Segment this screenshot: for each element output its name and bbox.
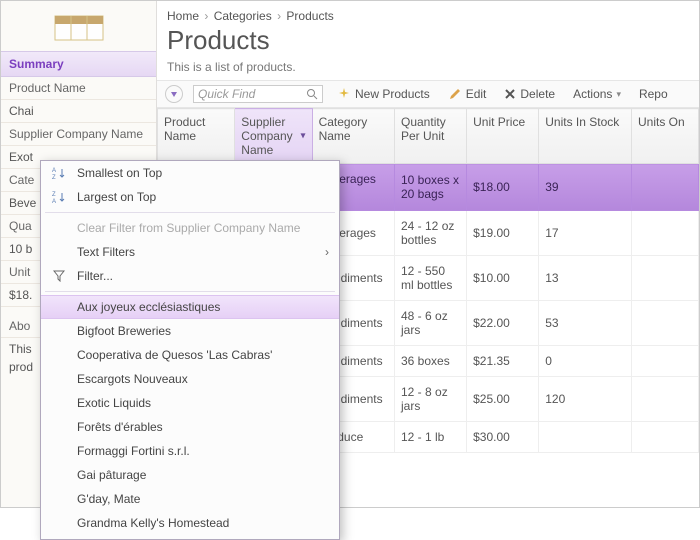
page-subtitle: This is a list of products. bbox=[167, 60, 689, 74]
filter-value[interactable]: Exotic Liquids bbox=[41, 391, 339, 415]
filter-value[interactable]: G'day, Mate bbox=[41, 487, 339, 511]
col-price[interactable]: Unit Price bbox=[467, 109, 539, 164]
chevron-down-icon: ▾ bbox=[616, 89, 621, 100]
column-filter-menu: AZ Smallest on Top ZA Largest on Top Cle… bbox=[40, 160, 340, 540]
svg-text:Z: Z bbox=[52, 175, 56, 180]
bc-home[interactable]: Home bbox=[167, 9, 199, 23]
filter-value[interactable]: Bigfoot Breweries bbox=[41, 319, 339, 343]
filter-value[interactable]: Grandma Kelly's Homestead bbox=[41, 511, 339, 535]
view-cycle-button[interactable] bbox=[165, 85, 183, 103]
sparkle-icon bbox=[337, 87, 351, 101]
breadcrumb: Home › Categories › Products bbox=[157, 1, 699, 23]
bc-categories[interactable]: Categories bbox=[214, 9, 272, 23]
sort-asc-icon: AZ bbox=[49, 166, 69, 180]
col-order[interactable]: Units On bbox=[631, 109, 698, 164]
col-product[interactable]: Product Name bbox=[158, 109, 235, 164]
sidebar-summary-header: Summary bbox=[1, 51, 156, 77]
x-icon bbox=[504, 88, 516, 100]
svg-text:A: A bbox=[52, 199, 56, 204]
sb-label-supplier: Supplier Company Name bbox=[1, 123, 156, 146]
delete-button[interactable]: Delete bbox=[500, 85, 559, 103]
clear-filter: Clear Filter from Supplier Company Name bbox=[41, 216, 339, 240]
search-icon bbox=[306, 88, 318, 100]
report-dropdown[interactable]: Repo bbox=[635, 85, 672, 103]
filter-value[interactable]: Escargots Nouveaux bbox=[41, 367, 339, 391]
col-stock[interactable]: Units In Stock bbox=[539, 109, 632, 164]
funnel-icon bbox=[49, 270, 69, 282]
filter-value[interactable]: Gai pâturage bbox=[41, 463, 339, 487]
svg-text:A: A bbox=[52, 168, 56, 174]
toolbar: Quick Find New Products Edit Delete Acti… bbox=[157, 80, 699, 108]
pencil-icon bbox=[448, 87, 462, 101]
search-placeholder: Quick Find bbox=[198, 87, 255, 101]
filter-value[interactable]: Cooperativa de Quesos 'Las Cabras' bbox=[41, 343, 339, 367]
col-category[interactable]: Category Name bbox=[312, 109, 394, 164]
col-supplier[interactable]: Supplier Company Name bbox=[235, 109, 312, 164]
sort-largest[interactable]: ZA Largest on Top bbox=[41, 185, 339, 209]
filter-dialog[interactable]: Filter... bbox=[41, 264, 339, 288]
text-filters[interactable]: Text Filters bbox=[41, 240, 339, 264]
app-logo bbox=[1, 1, 156, 51]
sb-value-chai: Chai bbox=[1, 100, 156, 123]
search-input[interactable]: Quick Find bbox=[193, 85, 323, 103]
sb-label-product: Product Name bbox=[1, 77, 156, 100]
filter-value[interactable]: Forêts d'érables bbox=[41, 415, 339, 439]
filter-value[interactable]: Aux joyeux ecclésiastiques bbox=[41, 295, 339, 319]
col-qty[interactable]: Quantity Per Unit bbox=[395, 109, 467, 164]
filter-value[interactable]: Formaggi Fortini s.r.l. bbox=[41, 439, 339, 463]
bc-products[interactable]: Products bbox=[286, 9, 333, 23]
sort-smallest[interactable]: AZ Smallest on Top bbox=[41, 161, 339, 185]
new-button[interactable]: New Products bbox=[333, 85, 434, 103]
page-title: Products bbox=[167, 25, 689, 56]
sort-desc-icon: ZA bbox=[49, 190, 69, 204]
edit-button[interactable]: Edit bbox=[444, 85, 491, 103]
actions-dropdown[interactable]: Actions ▾ bbox=[569, 85, 625, 103]
svg-text:Z: Z bbox=[52, 192, 56, 198]
